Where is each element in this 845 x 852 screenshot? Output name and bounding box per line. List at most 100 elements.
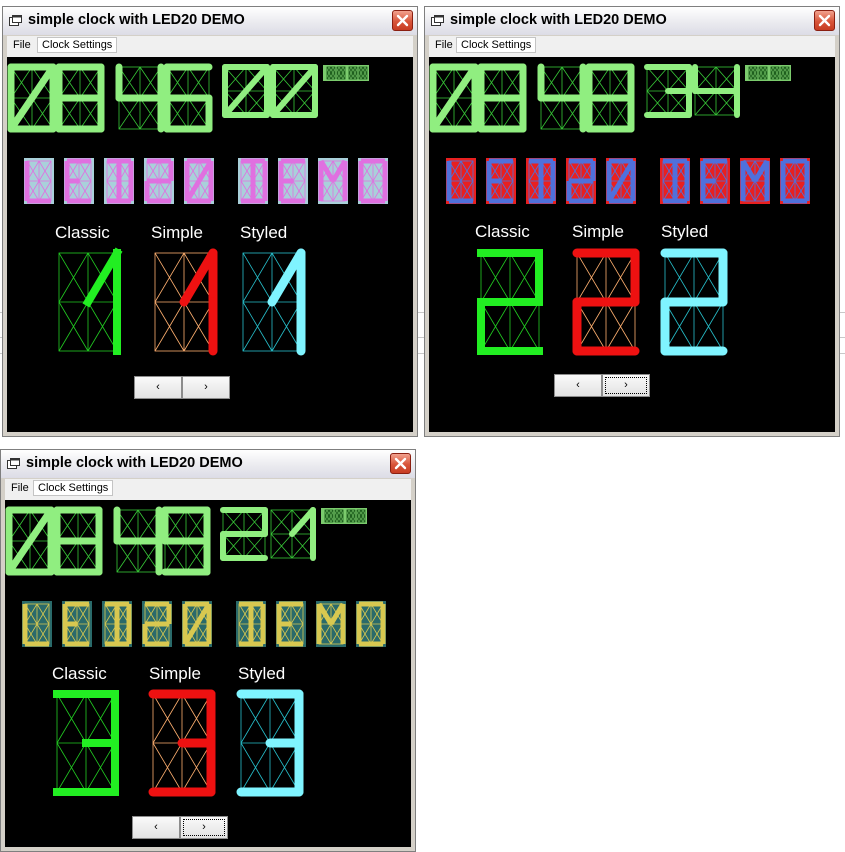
banner-char [276, 601, 306, 647]
clock-digit [644, 64, 692, 118]
clock-digit [585, 63, 635, 133]
clock-display [429, 63, 791, 133]
banner-char [356, 601, 386, 647]
banner-char [606, 158, 636, 204]
navigation-buttons: ‹ › [554, 374, 651, 397]
window-title: simple clock with LED20 DEMO [26, 455, 243, 471]
styled-label: Styled [661, 222, 709, 241]
banner-char [144, 158, 174, 204]
styled-label: Styled [240, 223, 288, 242]
banner-char [318, 158, 348, 204]
led-banner [24, 158, 388, 204]
navigation-buttons: ‹ › [134, 376, 231, 399]
display-canvas: Classic Simple Styled ‹ › [429, 57, 835, 432]
close-button[interactable] [814, 10, 835, 31]
banner-char [238, 158, 268, 204]
next-button[interactable]: › [180, 816, 228, 839]
app-window: simple clock with LED20 DEMO File Clock … [2, 6, 418, 437]
subsecond-display [323, 65, 369, 81]
banner-char [660, 158, 690, 204]
menu-bar: File Clock Settings [429, 36, 835, 57]
menu-clock-settings[interactable]: Clock Settings [37, 37, 118, 53]
style-styled-digit [242, 248, 306, 356]
prev-button[interactable]: ‹ [134, 376, 182, 399]
title-bar[interactable]: simple clock with LED20 DEMO [1, 450, 415, 478]
banner-char [780, 158, 810, 204]
close-icon [818, 14, 831, 27]
clock-digit [477, 63, 527, 133]
classic-label: Classic [52, 664, 107, 683]
app-window: simple clock with LED20 DEMO File Clock … [0, 449, 416, 852]
close-icon [394, 457, 407, 470]
banner-char [566, 158, 596, 204]
banner-char [358, 158, 388, 204]
style-digits [477, 248, 728, 356]
clock-digit [163, 63, 213, 133]
subsecond-display [321, 508, 367, 524]
classic-label: Classic [475, 222, 530, 241]
clock-digit [5, 506, 55, 576]
next-button[interactable]: › [182, 376, 230, 399]
banner-char [740, 158, 770, 204]
menu-file[interactable]: File [7, 481, 33, 495]
clock-digit [429, 63, 479, 133]
banner-char [446, 158, 476, 204]
display-canvas: Classic Simple Styled ‹ › [5, 500, 411, 847]
style-simple-digit [148, 689, 216, 797]
close-icon [396, 14, 409, 27]
display-canvas: Classic Simple Styled ‹ › [7, 57, 413, 432]
banner-char [104, 158, 134, 204]
clock-digit [222, 64, 270, 118]
banner-char [142, 601, 172, 647]
clock-digit [113, 506, 163, 576]
banner-char [102, 601, 132, 647]
banner-char [64, 158, 94, 204]
clock-digit [537, 63, 587, 133]
style-digits [58, 247, 306, 356]
banner-char [700, 158, 730, 204]
led-banner [446, 158, 810, 204]
menu-clock-settings[interactable]: Clock Settings [33, 480, 114, 496]
simple-label: Simple [151, 223, 203, 242]
close-button[interactable] [392, 10, 413, 31]
close-button[interactable] [390, 453, 411, 474]
style-classic-digit [53, 690, 119, 796]
subsecond-display [745, 65, 791, 81]
banner-char [486, 158, 516, 204]
banner-char [182, 601, 212, 647]
menu-bar: File Clock Settings [7, 36, 413, 57]
app-window: simple clock with LED20 DEMO File Clock … [424, 6, 840, 437]
clock-digit [270, 507, 316, 561]
clock-digit [161, 506, 211, 576]
menu-file[interactable]: File [9, 38, 35, 52]
menu-clock-settings[interactable]: Clock Settings [456, 37, 537, 53]
prev-button[interactable]: ‹ [554, 374, 602, 397]
clock-digit [53, 506, 103, 576]
style-classic-digit [477, 249, 543, 355]
navigation-buttons: ‹ › [132, 816, 229, 839]
style-digits [53, 689, 304, 797]
window-title: simple clock with LED20 DEMO [28, 12, 245, 28]
simple-label: Simple [149, 664, 201, 683]
banner-char [278, 158, 308, 204]
window-icon [431, 15, 444, 26]
simple-label: Simple [572, 222, 624, 241]
next-button[interactable]: › [602, 374, 650, 397]
styled-label: Styled [238, 664, 286, 683]
window-icon [9, 15, 22, 26]
prev-button[interactable]: ‹ [132, 816, 180, 839]
clock-display [5, 506, 367, 576]
banner-char [24, 158, 54, 204]
banner-char [526, 158, 556, 204]
menu-file[interactable]: File [431, 38, 457, 52]
classic-label: Classic [55, 223, 110, 242]
title-bar[interactable]: simple clock with LED20 DEMO [3, 7, 417, 35]
banner-char [184, 158, 214, 204]
clock-display [7, 63, 369, 133]
style-styled-digit [236, 689, 304, 797]
title-bar[interactable]: simple clock with LED20 DEMO [425, 7, 839, 35]
window-icon [7, 458, 20, 469]
style-simple-digit [154, 248, 218, 356]
clock-digit [692, 64, 740, 118]
style-classic-digit [58, 247, 123, 355]
